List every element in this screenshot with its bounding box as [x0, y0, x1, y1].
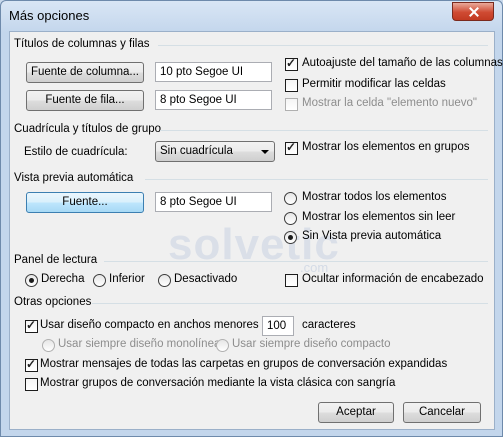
section-divider: [158, 45, 488, 46]
reading-off-label: Desactivado: [174, 273, 238, 285]
section-title-columns: Títulos de columnas y filas: [14, 38, 150, 50]
compact-width-input[interactable]: 100: [262, 316, 294, 336]
column-font-value: 10 pto Segoe UI: [155, 62, 272, 82]
section-title-preview: Vista previa automática: [14, 172, 134, 184]
show-in-groups-label: Mostrar los elementos en grupos: [302, 141, 470, 153]
section-title-other: Otras opciones: [14, 296, 92, 308]
hide-header-checkbox[interactable]: [285, 274, 298, 287]
compact-suffix: caracteres: [302, 319, 356, 331]
row-font-value: 8 pto Segoe UI: [155, 90, 272, 110]
show-all-folders-checkbox[interactable]: [25, 357, 38, 372]
always-compact-radio[interactable]: [216, 339, 229, 352]
dialog-body: solvetic .com Títulos de columnas y fila…: [9, 31, 503, 430]
preview-option-all-radio[interactable]: [284, 192, 297, 205]
preview-option-unread-label: Mostrar los elementos sin leer: [302, 211, 456, 223]
always-compact-label: Usar siempre diseño compacto: [232, 338, 391, 350]
reading-off-radio[interactable]: [158, 274, 171, 287]
dialog-window: Más opciones solvetic .com Títulos de co…: [0, 0, 503, 437]
section-title-grid: Cuadrícula y títulos de grupo: [14, 123, 162, 135]
close-button[interactable]: [452, 2, 494, 21]
single-line-label: Usar siempre diseño monolínea: [58, 338, 221, 350]
show-all-folders-label: Mostrar mensajes de todas las carpetas e…: [40, 358, 448, 370]
preview-option-none-label: Sin Vista previa automática: [302, 230, 442, 242]
show-new-item-checkbox[interactable]: [285, 98, 298, 111]
section-divider: [92, 303, 488, 304]
compact-label: Usar diseño compacto en anchos menores d…: [40, 319, 275, 331]
section-divider: [160, 130, 488, 131]
reading-bottom-radio[interactable]: [93, 274, 106, 287]
section-divider: [104, 261, 488, 262]
preview-option-none-radio[interactable]: [284, 231, 297, 244]
window-title: Más opciones: [9, 8, 90, 23]
compact-checkbox[interactable]: [25, 318, 38, 333]
single-line-radio[interactable]: [42, 339, 55, 352]
autofit-label: Autoajuste del tamaño de las columnas: [302, 57, 503, 69]
preview-font-button[interactable]: Fuente...: [26, 192, 144, 213]
hide-header-label: Ocultar información de encabezado: [302, 273, 484, 285]
grid-style-value: Sin cuadrícula: [160, 145, 233, 157]
allow-edit-label: Permitir modificar las celdas: [302, 78, 446, 90]
preview-option-all-label: Mostrar todos los elementos: [302, 191, 447, 203]
allow-edit-checkbox[interactable]: [285, 79, 298, 92]
section-divider: [145, 179, 488, 180]
section-title-reading: Panel de lectura: [14, 254, 98, 266]
show-new-item-label: Mostrar la celda "elemento nuevo": [302, 97, 478, 109]
chevron-down-icon: [261, 150, 269, 154]
classic-view-label: Mostrar grupos de conversación mediante …: [40, 377, 396, 389]
reading-bottom-label: Inferior: [109, 273, 145, 285]
cancel-button[interactable]: Cancelar: [403, 402, 481, 423]
show-in-groups-checkbox[interactable]: [285, 140, 298, 155]
grid-style-dropdown[interactable]: Sin cuadrícula: [155, 141, 275, 162]
autofit-checkbox[interactable]: [285, 56, 298, 71]
preview-option-unread-radio[interactable]: [284, 212, 297, 225]
reading-right-radio[interactable]: [25, 274, 38, 287]
ok-button[interactable]: Aceptar: [318, 402, 394, 423]
title-bar: Más opciones: [1, 1, 502, 31]
reading-right-label: Derecha: [41, 273, 85, 285]
preview-font-value: 8 pto Segoe UI: [155, 192, 272, 212]
grid-style-label: Estilo de cuadrícula:: [24, 146, 128, 158]
classic-view-checkbox[interactable]: [25, 378, 38, 391]
column-font-button[interactable]: Fuente de columna...: [26, 62, 144, 83]
row-font-button[interactable]: Fuente de fila...: [26, 90, 144, 111]
